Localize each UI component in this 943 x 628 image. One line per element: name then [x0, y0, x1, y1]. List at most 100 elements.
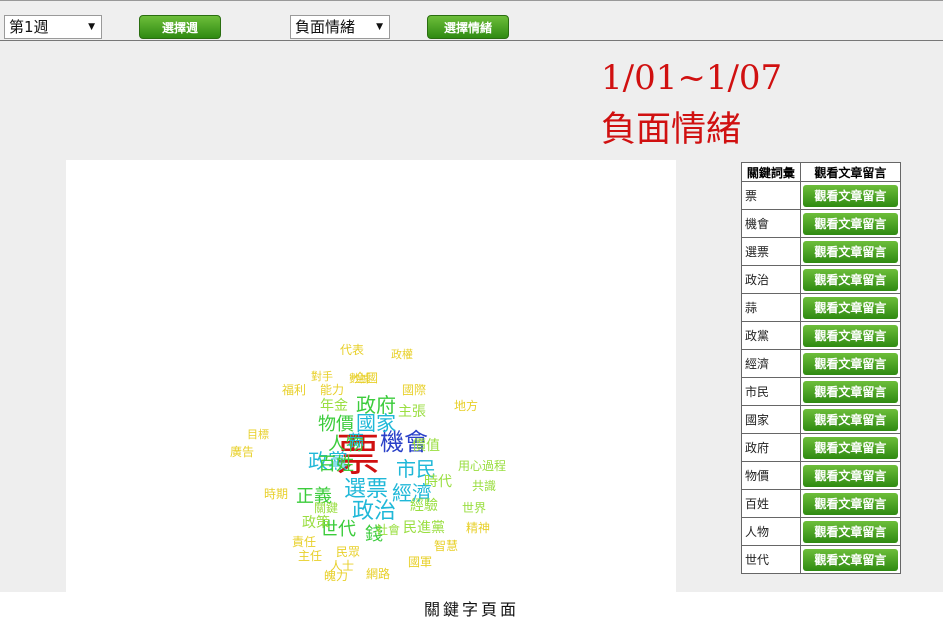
view-cell: 觀看文章留言 — [799, 321, 902, 350]
week-select[interactable]: 第1週 ▼ — [4, 15, 102, 39]
view-cell: 觀看文章留言 — [799, 237, 902, 266]
table-row: 人物 觀看文章留言 — [741, 517, 902, 546]
emotion-title: 負面情緒 — [601, 110, 742, 150]
keyword-cell: 政府 — [741, 433, 801, 462]
cloud-word: 時期 — [264, 487, 288, 501]
toolbar: 第1週 ▼ 選擇週 負面情緒 ▼ 選擇情緒 — [0, 0, 943, 41]
view-comments-button[interactable]: 觀看文章留言 — [802, 380, 898, 403]
cloud-word: 能力 — [320, 383, 344, 397]
cloud-word: 民進黨 — [403, 520, 445, 536]
view-comments-button[interactable]: 觀看文章留言 — [802, 436, 898, 459]
cloud-word: 國際 — [402, 383, 426, 397]
table-row: 票觀看文章留言 — [741, 181, 902, 210]
keyword-column-header: 關鍵詞彙 — [741, 162, 801, 182]
view-cell: 觀看文章留言 — [799, 293, 902, 322]
cloud-word: 用心 — [458, 459, 482, 473]
view-cell: 觀看文章留言 — [799, 265, 902, 294]
cloud-word: 民眾 — [336, 545, 360, 559]
keyword-table: 關鍵詞彙 觀看文章留言 票觀看文章留言 機會 觀看文章留言 選票 觀看文章留言 政治 觀看文… — [741, 162, 902, 574]
cloud-word: 政權 — [391, 347, 413, 361]
view-comments-button[interactable]: 觀看文章留言 — [802, 492, 898, 515]
table-row: 政治 觀看文章留言 — [741, 265, 902, 294]
cloud-word: 年金 — [320, 398, 348, 414]
cloud-word: 魄力 — [324, 568, 348, 583]
cloud-word: 地方 — [454, 398, 478, 413]
view-cell: 觀看文章留言 — [799, 517, 902, 546]
emotion-select[interactable]: 負面情緒 ▼ — [290, 15, 390, 39]
cloud-word: 對手 — [311, 369, 333, 383]
keyword-cell: 世代 — [741, 545, 801, 574]
table-row: 政府 觀看文章留言 — [741, 433, 902, 462]
view-comments-button[interactable]: 觀看文章留言 — [802, 352, 898, 375]
table-row: 百姓 觀看文章留言 — [741, 489, 902, 518]
cloud-word: 國軍 — [408, 555, 432, 569]
view-cell: 觀看文章留言 — [799, 433, 902, 462]
table-row: 蒜觀看文章留言 — [741, 293, 902, 322]
cloud-word: 關鍵 — [314, 500, 338, 515]
keyword-cell: 選票 — [741, 237, 801, 266]
keyword-cell: 機會 — [741, 209, 801, 238]
table-row: 政黨 觀看文章留言 — [741, 321, 902, 350]
cloud-word: 精神 — [466, 521, 490, 535]
view-comments-button[interactable]: 觀看文章留言 — [802, 324, 898, 347]
view-cell: 觀看文章留言 — [799, 209, 902, 238]
table-row: 物價 觀看文章留言 — [741, 461, 902, 490]
cloud-word: 社會 — [376, 522, 400, 537]
cloud-word: 廣告 — [230, 445, 254, 459]
cloud-word: 智慧 — [434, 538, 458, 553]
table-row: 經濟 觀看文章留言 — [741, 349, 902, 378]
view-cell: 觀看文章留言 — [799, 489, 902, 518]
view-cell: 觀看文章留言 — [799, 377, 902, 406]
cloud-word: 蒜 — [348, 431, 364, 450]
chevron-down-icon: ▼ — [376, 22, 383, 32]
select-week-button[interactable]: 選擇週 — [139, 15, 221, 39]
view-comments-button[interactable]: 觀看文章留言 — [802, 268, 898, 291]
keyword-cell: 政黨 — [741, 321, 801, 350]
view-comments-button[interactable]: 觀看文章留言 — [802, 464, 898, 487]
view-comments-button[interactable]: 觀看文章留言 — [802, 520, 898, 543]
keyword-cell: 票 — [741, 181, 801, 210]
cloud-word: 時代 — [424, 474, 452, 490]
word-cloud: 票機會選票政治政黨 市民經濟國家政府物價百姓人物世代 錢正義蒜主張價值時代經驗年金關… — [230, 343, 506, 583]
cloud-word: 百姓 — [318, 454, 354, 475]
view-comments-button[interactable]: 觀看文章留言 — [802, 548, 898, 571]
keyword-cell: 國家 — [741, 405, 801, 434]
view-cell: 觀看文章留言 — [799, 405, 902, 434]
keyword-cell: 政治 — [741, 265, 801, 294]
app-frame: 第1週 ▼ 選擇週 負面情緒 ▼ 選擇情緒 1/01~1/07 負面情緒 票機會… — [0, 0, 943, 592]
keyword-cell: 百姓 — [741, 489, 801, 518]
keyword-cell: 市民 — [741, 377, 801, 406]
keyword-cell: 經濟 — [741, 349, 801, 378]
view-cell: 觀看文章留言 — [799, 545, 902, 574]
view-cell: 觀看文章留言 — [799, 461, 902, 490]
table-row: 市民 觀看文章留言 — [741, 377, 902, 406]
view-comments-button[interactable]: 觀看文章留言 — [802, 212, 898, 235]
table-row: 選票 觀看文章留言 — [741, 237, 902, 266]
view-comments-button[interactable]: 觀看文章留言 — [802, 408, 898, 431]
keyword-cell: 蒜 — [741, 293, 801, 322]
cloud-word: 代表 — [340, 343, 364, 357]
view-cell: 觀看文章留言 — [799, 181, 902, 210]
cloud-word: 目標 — [247, 427, 269, 441]
table-row: 國家 觀看文章留言 — [741, 405, 902, 434]
keyword-cell: 人物 — [741, 517, 801, 546]
cloud-word: 主張 — [398, 404, 426, 420]
select-emotion-button[interactable]: 選擇情緒 — [427, 15, 509, 39]
table-row: 機會 觀看文章留言 — [741, 209, 902, 238]
view-comments-button[interactable]: 觀看文章留言 — [802, 296, 898, 319]
date-range-title: 1/01~1/07 — [601, 58, 783, 98]
view-comments-button[interactable]: 觀看文章留言 — [802, 184, 898, 207]
view-cell: 觀看文章留言 — [799, 349, 902, 378]
cloud-word: 福利 — [282, 382, 306, 397]
table-row: 世代 觀看文章留言 — [741, 545, 902, 574]
week-select-value: 第1週 — [9, 18, 49, 36]
page-caption: 關鍵字頁面 — [423, 600, 519, 619]
cloud-word: 共識 — [472, 479, 496, 493]
cloud-word: 世界 — [462, 501, 486, 515]
cloud-word: 責任 — [292, 535, 316, 549]
cloud-word: 主任 — [298, 549, 322, 563]
cloud-word: 網路 — [366, 566, 390, 581]
view-comments-button[interactable]: 觀看文章留言 — [802, 240, 898, 263]
cloud-word: 政策 — [302, 514, 330, 531]
keyword-cell: 物價 — [741, 461, 801, 490]
